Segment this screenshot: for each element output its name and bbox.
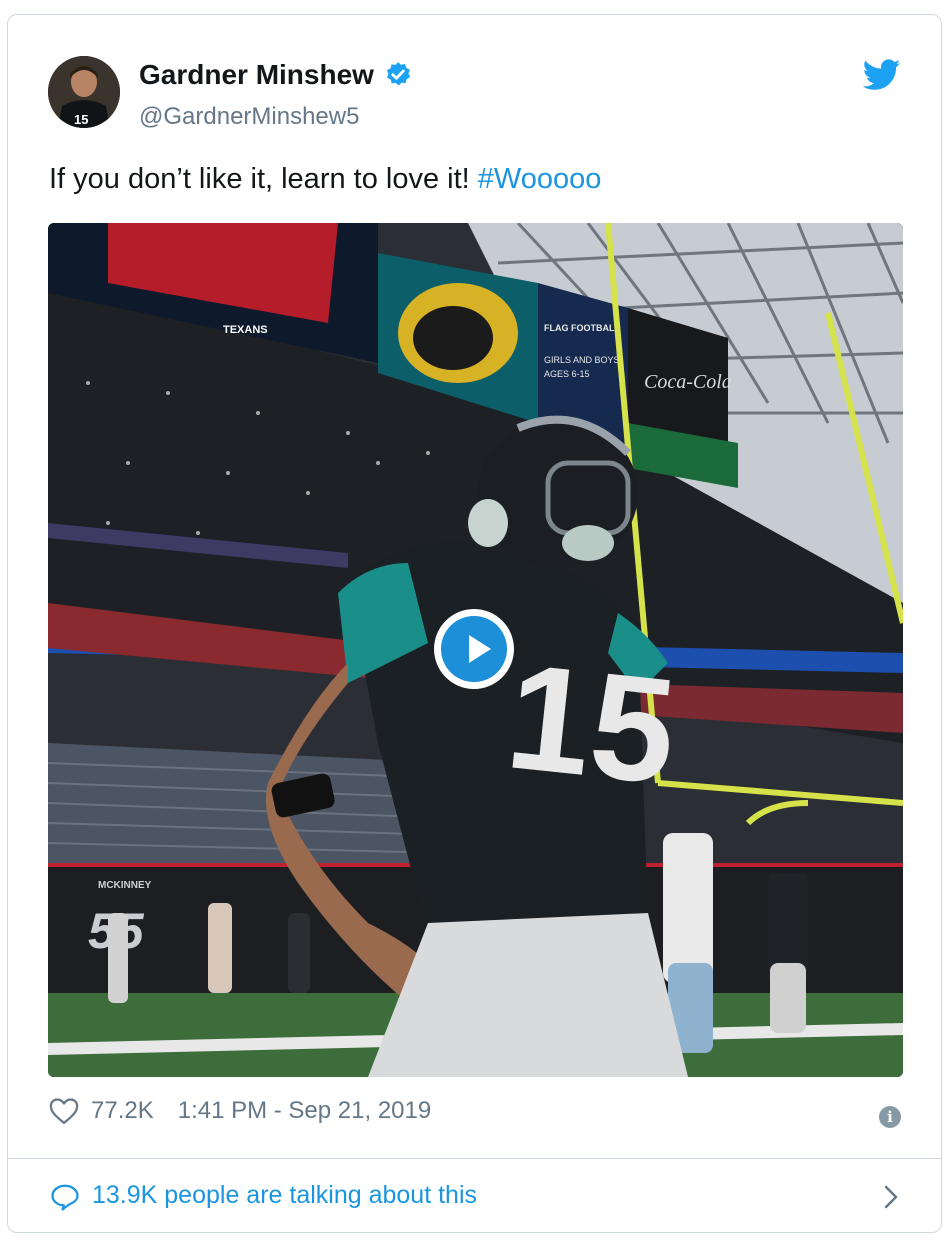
verified-badge-icon (386, 62, 411, 86)
chevron-right-icon (884, 1185, 898, 1209)
svg-text:FLAG FOOTBALL: FLAG FOOTBALL (544, 323, 620, 333)
conversation-link[interactable]: 13.9K people are talking about this (8, 1159, 941, 1232)
tweet-text-body: If you don’t like it, learn to love it! (49, 163, 478, 195)
author-name-label: Gardner Minshew (139, 59, 374, 90)
sponsor-logo: Coca-Cola (644, 371, 732, 393)
banner-text: TEXANS (223, 324, 268, 336)
svg-text:GIRLS AND BOYS: GIRLS AND BOYS (544, 355, 620, 365)
svg-text:AGES 6-15: AGES 6-15 (544, 369, 590, 379)
speech-bubble-icon (51, 1184, 79, 1211)
avatar-photo: 15 (48, 56, 120, 128)
tweet-meta: 77.2K 1:41 PM - Sep 21, 2019 (49, 1097, 431, 1125)
twitter-bird-icon[interactable] (863, 59, 901, 91)
heart-icon[interactable] (49, 1097, 79, 1125)
svg-text:15: 15 (74, 112, 88, 127)
info-icon[interactable]: i (879, 1106, 901, 1128)
jersey-number: 15 (500, 631, 684, 816)
sideline-name: MCKINNEY (98, 880, 152, 891)
author-handle[interactable]: @GardnerMinshew5 (139, 103, 359, 131)
author-name[interactable]: Gardner Minshew (139, 59, 412, 91)
like-count[interactable]: 77.2K (91, 1097, 154, 1125)
conversation-label: 13.9K people are talking about this (92, 1181, 477, 1209)
tweet-text: If you don’t like it, learn to love it! … (49, 163, 601, 196)
avatar[interactable]: 15 (48, 56, 120, 128)
hashtag-link[interactable]: #Wooooo (478, 163, 602, 195)
video-media[interactable]: FLAG FOOTBALL GIRLS AND BOYS AGES 6-15 C… (48, 223, 903, 1077)
timestamp[interactable]: 1:41 PM - Sep 21, 2019 (178, 1097, 432, 1125)
play-icon (441, 616, 507, 682)
play-button[interactable] (434, 609, 514, 689)
tweet-card: 15 Gardner Minshew @GardnerMinshew5 If y… (7, 14, 942, 1233)
